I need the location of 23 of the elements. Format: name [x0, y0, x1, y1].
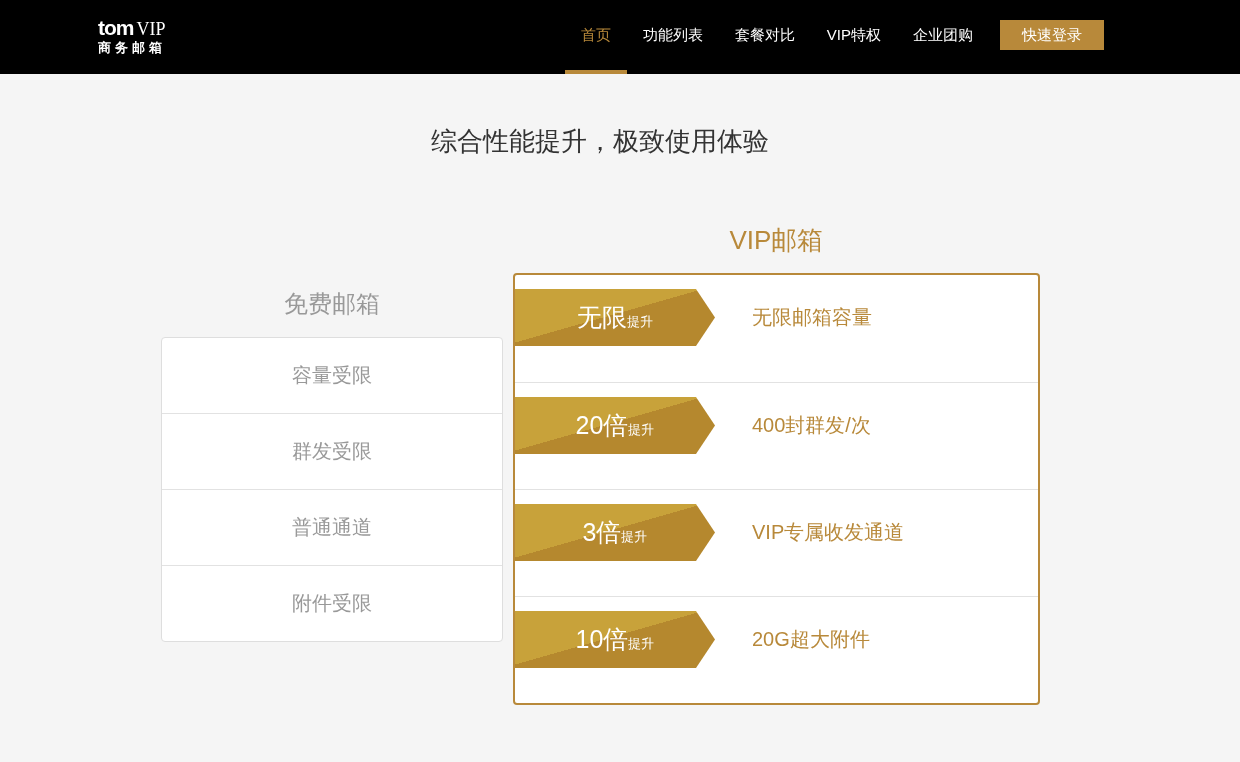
boost-ribbon: 20倍提升 [515, 397, 715, 454]
limit-text: 群发受限 [292, 439, 372, 464]
boost-ribbon: 10倍提升 [515, 611, 715, 668]
feature-text: 无限邮箱容量 [752, 305, 872, 330]
feature-text: 20G超大附件 [752, 627, 870, 652]
nav-link[interactable]: VIP特权 [810, 0, 897, 74]
boost-ribbon: 无限提升 [515, 289, 715, 346]
headline: 综合性能提升，极致使用体验 [430, 125, 770, 158]
nav-link[interactable]: 功能列表 [626, 0, 719, 74]
logo-subtitle: 商务邮箱 [98, 38, 166, 56]
nav-link[interactable]: 企业团购 [897, 0, 989, 74]
limit-text: 容量受限 [292, 363, 372, 388]
logo-brand-text: tom [98, 17, 134, 37]
limit-text: 附件受限 [292, 591, 372, 616]
boost-ribbon: 3倍提升 [515, 504, 715, 561]
nav-link[interactable]: 套餐对比 [718, 0, 811, 74]
nav-link[interactable]: 首页 [564, 0, 627, 74]
logo-vip-text: VIP [136, 19, 166, 39]
limit-text: 普通通道 [292, 515, 372, 540]
plan-title: VIP邮箱 [729, 224, 824, 257]
feature-text: 400封群发/次 [752, 413, 871, 438]
feature-text: VIP专属收发通道 [752, 520, 905, 545]
plan-title: 免费邮箱 [284, 289, 380, 319]
